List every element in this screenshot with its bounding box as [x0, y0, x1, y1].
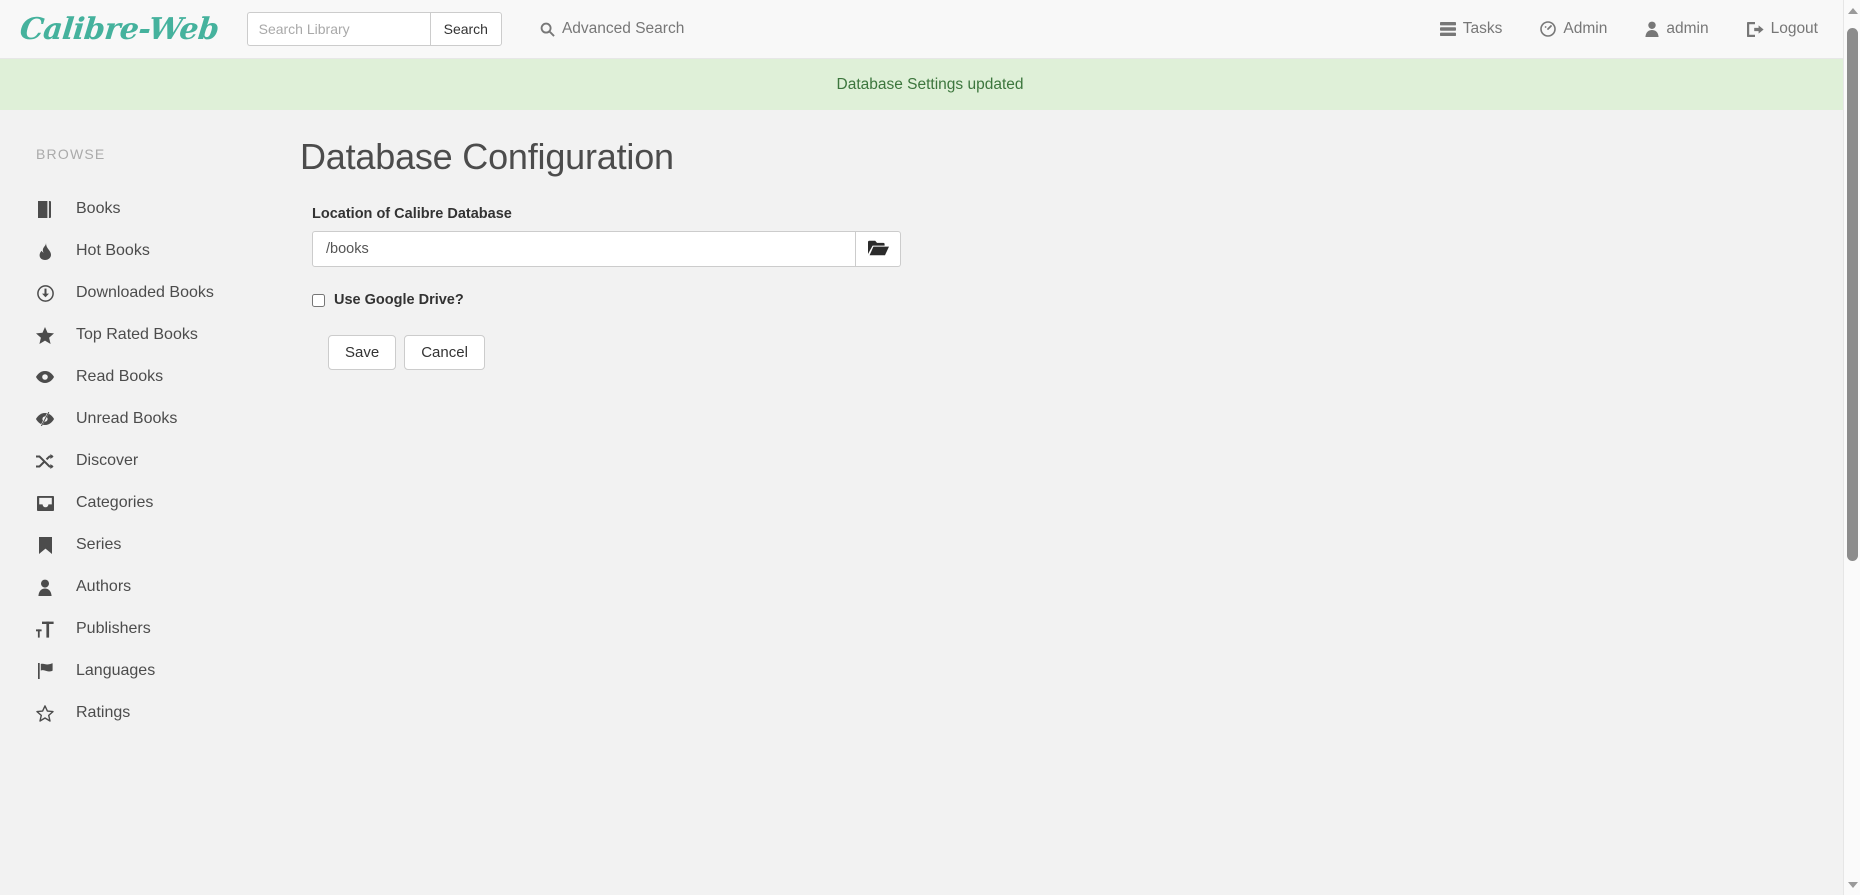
- navbar-right-group: Tasks Admin admin: [1440, 20, 1860, 38]
- sidebar-item-label: Publishers: [76, 620, 151, 638]
- sidebar-item-languages[interactable]: Languages: [36, 650, 300, 692]
- search-input[interactable]: [247, 12, 430, 46]
- sidebar-item-discover[interactable]: Discover: [36, 440, 300, 482]
- save-button[interactable]: Save: [328, 335, 396, 370]
- download-circle-icon: [36, 285, 54, 302]
- flash-message: Database Settings updated: [0, 59, 1860, 110]
- star-filled-icon: [36, 327, 54, 344]
- tasks-list-icon: [1440, 22, 1456, 36]
- sidebar-item-label: Languages: [76, 662, 155, 680]
- scrollbar-thumb[interactable]: [1847, 28, 1858, 561]
- shuffle-icon: [36, 454, 54, 469]
- advanced-search-link[interactable]: Advanced Search: [540, 20, 684, 38]
- nav-admin[interactable]: Admin: [1540, 20, 1607, 38]
- flash-message-text: Database Settings updated: [837, 76, 1024, 94]
- user-icon: [1645, 21, 1659, 37]
- sidebar-item-label: Read Books: [76, 368, 163, 386]
- advanced-search-label: Advanced Search: [562, 20, 684, 38]
- page-body: BROWSE Books Hot Books: [0, 110, 1860, 895]
- nav-user-label: admin: [1666, 20, 1708, 38]
- top-navigation-bar: Calibre-Web Search Advanced Search Tasks: [0, 0, 1860, 59]
- database-location-label: Location of Calibre Database: [312, 206, 1860, 222]
- sidebar-item-categories[interactable]: Categories: [36, 482, 300, 524]
- sidebar-item-label: Hot Books: [76, 242, 150, 260]
- sidebar-heading: BROWSE: [36, 146, 300, 162]
- brand-logo[interactable]: Calibre-Web: [18, 12, 220, 47]
- sidebar-item-label: Ratings: [76, 704, 130, 722]
- inbox-icon: [36, 496, 54, 511]
- user-icon: [36, 579, 54, 596]
- sidebar-item-label: Categories: [76, 494, 153, 512]
- form-actions: Save Cancel: [312, 335, 1860, 370]
- page-title: Database Configuration: [300, 136, 1860, 178]
- sidebar-item-label: Authors: [76, 578, 131, 596]
- use-google-drive-checkbox[interactable]: [312, 294, 325, 307]
- sidebar-item-series[interactable]: Series: [36, 524, 300, 566]
- sidebar-item-authors[interactable]: Authors: [36, 566, 300, 608]
- sidebar-item-unread-books[interactable]: Unread Books: [36, 398, 300, 440]
- search-button[interactable]: Search: [430, 12, 502, 46]
- sidebar-item-label: Books: [76, 200, 120, 218]
- eye-icon: [36, 371, 54, 383]
- dashboard-gauge-icon: [1540, 21, 1556, 37]
- sidebar-item-label: Downloaded Books: [76, 284, 214, 302]
- sidebar-item-top-rated-books[interactable]: Top Rated Books: [36, 314, 300, 356]
- bookmark-icon: [36, 537, 54, 554]
- flag-icon: [36, 663, 54, 679]
- database-location-input[interactable]: [312, 231, 856, 267]
- page-scrollbar[interactable]: [1843, 0, 1860, 895]
- nav-tasks-label: Tasks: [1463, 20, 1503, 38]
- fire-icon: [36, 243, 54, 260]
- sidebar-item-label: Series: [76, 536, 121, 554]
- main-content: Database Configuration Location of Calib…: [300, 110, 1860, 895]
- sidebar-item-label: Unread Books: [76, 410, 177, 428]
- search-icon: [540, 22, 555, 37]
- sidebar-item-label: Discover: [76, 452, 138, 470]
- star-outline-icon: [36, 705, 54, 722]
- scroll-up-arrow-icon[interactable]: [1844, 2, 1860, 19]
- sidebar-item-downloaded-books[interactable]: Downloaded Books: [36, 272, 300, 314]
- sign-out-icon: [1747, 22, 1764, 37]
- google-drive-row: Use Google Drive?: [312, 292, 1860, 308]
- text-height-icon: [36, 621, 54, 638]
- eye-slash-icon: [36, 412, 54, 426]
- book-icon: [36, 201, 54, 218]
- search-form: Search: [247, 12, 502, 46]
- sidebar-item-ratings[interactable]: Ratings: [36, 692, 300, 734]
- nav-tasks[interactable]: Tasks: [1440, 20, 1503, 38]
- nav-user[interactable]: admin: [1645, 20, 1708, 38]
- folder-open-icon: [868, 240, 889, 259]
- database-location-input-group: [312, 231, 901, 267]
- scroll-down-arrow-icon[interactable]: [1844, 876, 1860, 893]
- sidebar-item-read-books[interactable]: Read Books: [36, 356, 300, 398]
- nav-logout[interactable]: Logout: [1747, 20, 1818, 38]
- browse-folder-button[interactable]: [856, 231, 901, 267]
- cancel-button[interactable]: Cancel: [404, 335, 485, 370]
- nav-admin-label: Admin: [1563, 20, 1607, 38]
- sidebar-item-books[interactable]: Books: [36, 188, 300, 230]
- sidebar-item-label: Top Rated Books: [76, 326, 198, 344]
- sidebar-item-hot-books[interactable]: Hot Books: [36, 230, 300, 272]
- database-configuration-form: Location of Calibre Database Use Google …: [300, 206, 1860, 370]
- nav-logout-label: Logout: [1771, 20, 1818, 38]
- use-google-drive-label[interactable]: Use Google Drive?: [334, 292, 464, 308]
- sidebar: BROWSE Books Hot Books: [0, 110, 300, 895]
- sidebar-item-publishers[interactable]: Publishers: [36, 608, 300, 650]
